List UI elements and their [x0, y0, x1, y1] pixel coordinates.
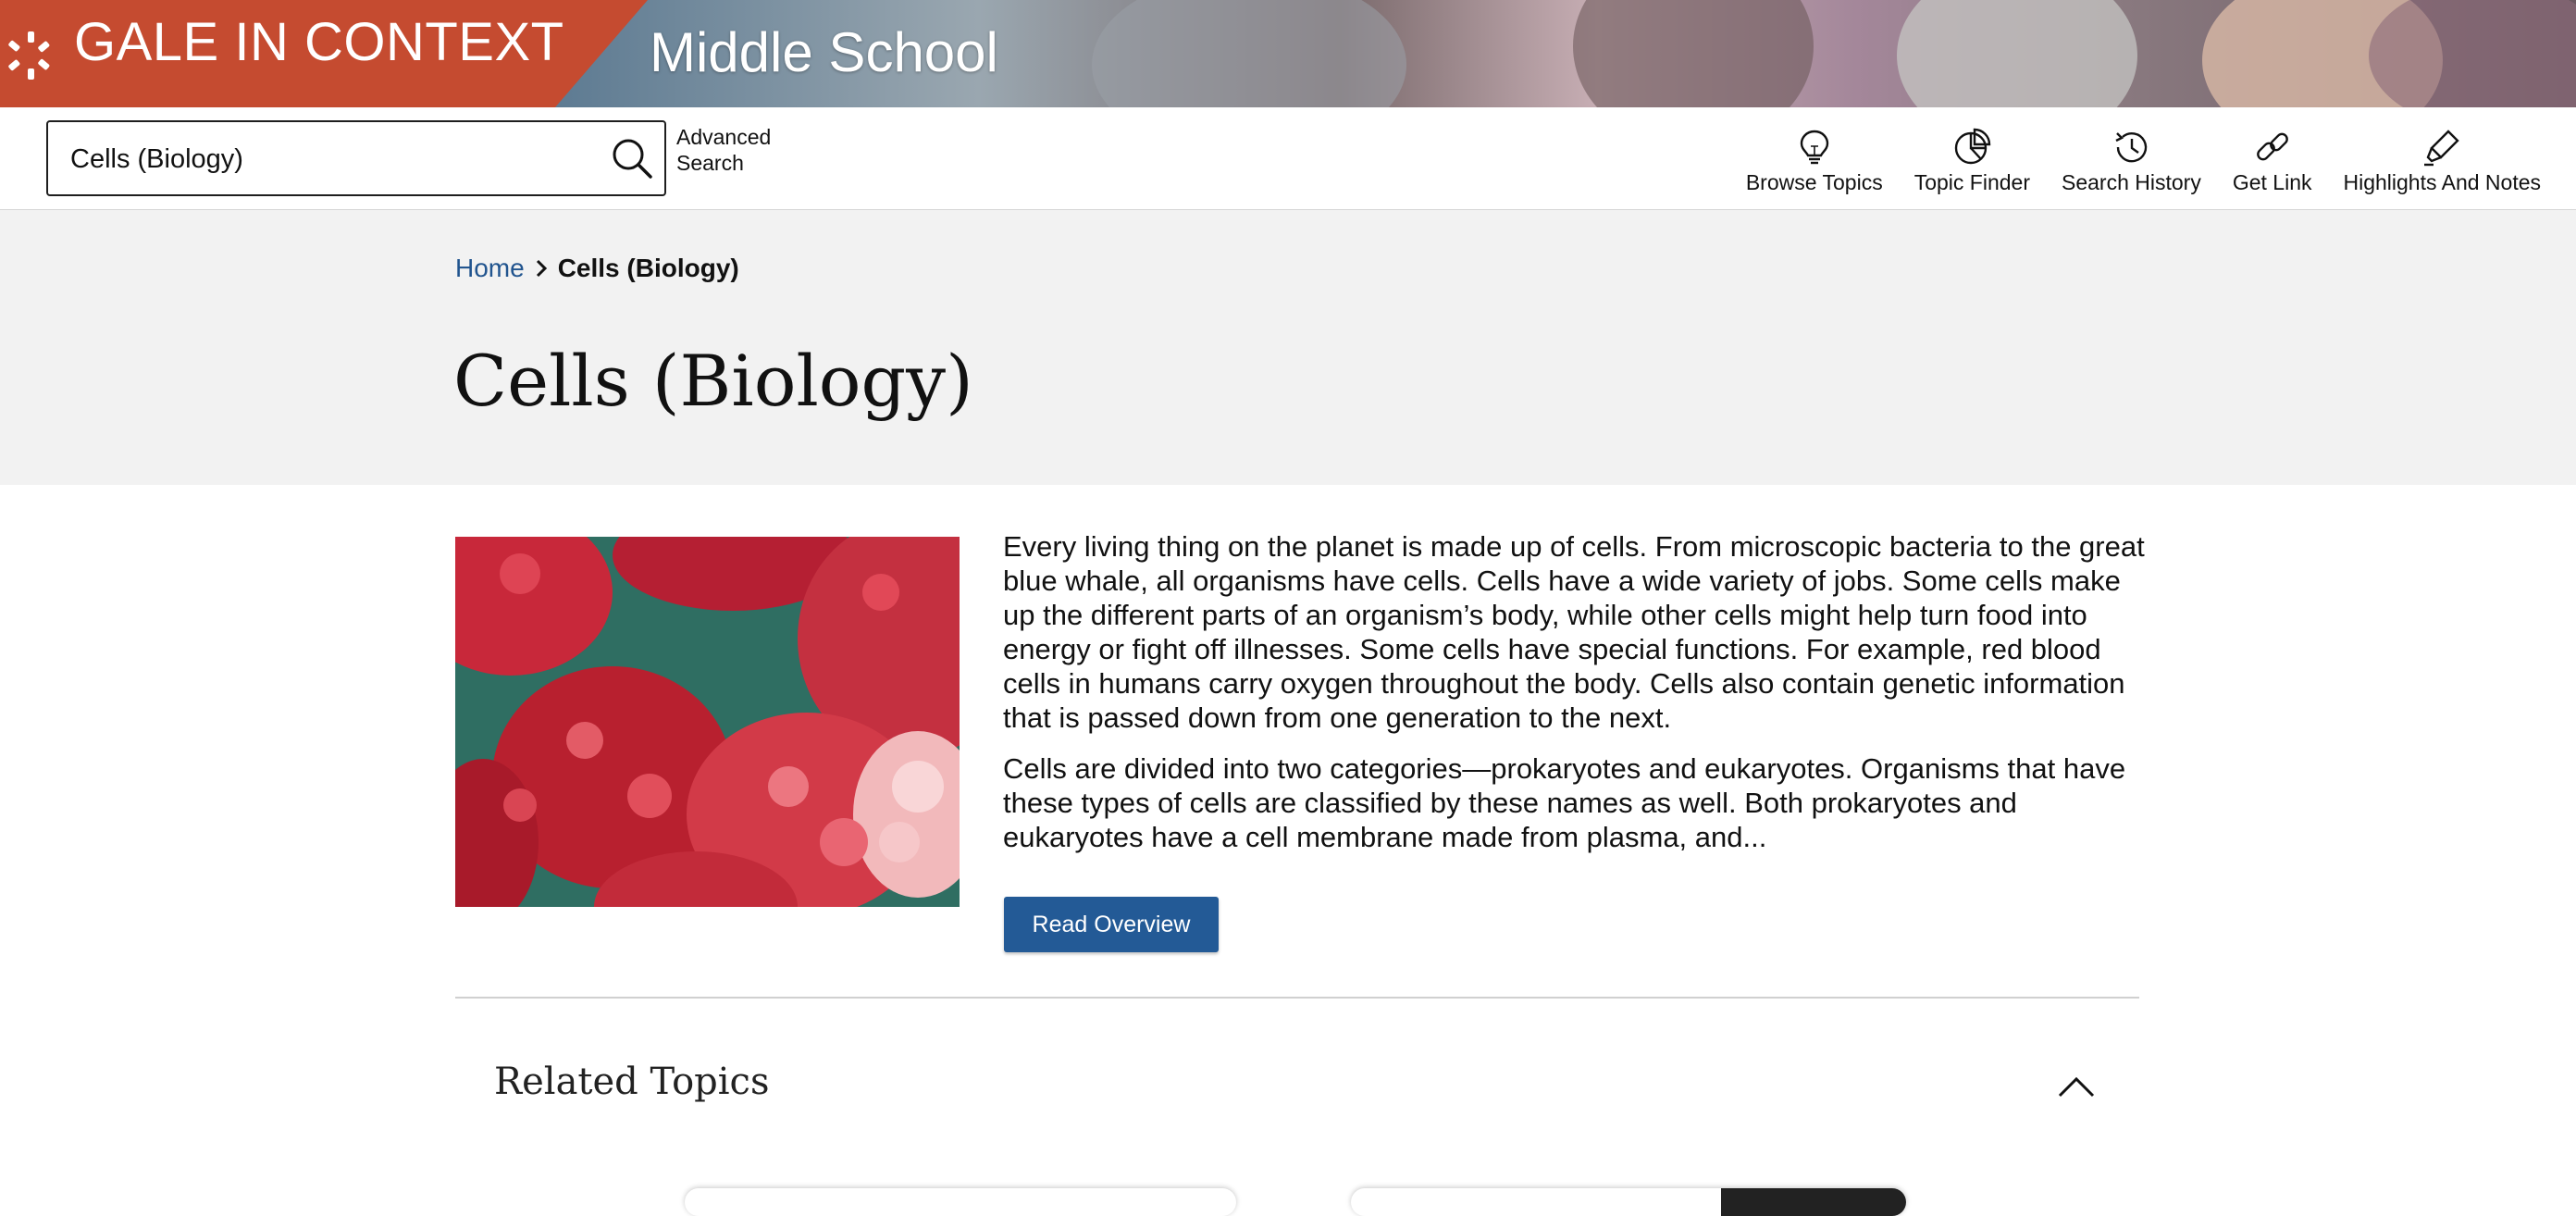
highlights-notes-button[interactable]: Highlights And Notes	[2343, 126, 2541, 195]
lightbulb-icon	[1800, 130, 1828, 165]
brand-name[interactable]: GALE IN CONTEXT	[74, 11, 564, 73]
product-name[interactable]: Middle School	[650, 20, 998, 84]
banner-photo-shape	[1573, 0, 1814, 107]
section-divider	[455, 997, 2139, 999]
link-icon	[2256, 132, 2288, 161]
search-icon	[613, 139, 652, 179]
related-topics-heading: Related Topics	[494, 1061, 770, 1103]
tool-label: Get Link	[2232, 170, 2312, 194]
breadcrumb-home-link[interactable]: Home	[455, 254, 525, 283]
read-overview-button[interactable]: Read Overview	[1004, 897, 1219, 952]
topic-finder-button[interactable]: Topic Finder	[1914, 126, 2030, 195]
tool-label: Browse Topics	[1745, 170, 1883, 194]
page-title: Cells (Biology)	[453, 340, 973, 422]
chevron-right-icon	[536, 259, 547, 278]
toolbar: Advanced Search Browse Topics Topic Find…	[0, 107, 2576, 210]
overview-text: Every living thing on the planet is made…	[1003, 529, 2150, 871]
related-topic-card[interactable]	[685, 1188, 1236, 1216]
overview-paragraph: Every living thing on the planet is made…	[1003, 530, 2145, 734]
page-header: Home Cells (Biology) Cells (Biology)	[0, 210, 2576, 485]
gale-logo-icon	[8, 31, 50, 80]
related-topic-card[interactable]	[1351, 1188, 1906, 1216]
tools-menu: Browse Topics Topic Finder Search Histor…	[1715, 126, 2541, 195]
advanced-search-link[interactable]: Advanced Search	[676, 124, 787, 176]
banner-photo-shape	[2369, 0, 2576, 107]
search-history-button[interactable]: Search History	[2062, 126, 2201, 195]
tool-label: Search History	[2062, 170, 2201, 194]
topic-image	[455, 537, 960, 907]
browse-topics-button[interactable]: Browse Topics	[1746, 126, 1883, 195]
tool-label: Topic Finder	[1913, 170, 2030, 194]
chevron-up-icon	[2058, 1076, 2095, 1098]
header-banner: GALE IN CONTEXT Middle School	[0, 0, 2576, 107]
banner-photo-shape	[1092, 0, 1406, 107]
blood-cells-image	[455, 537, 960, 907]
breadcrumb: Home Cells (Biology)	[455, 254, 739, 283]
highlighter-icon	[2424, 130, 2459, 167]
breadcrumb-current: Cells (Biology)	[557, 254, 739, 282]
overview-paragraph: Cells are divided into two categories—pr…	[1003, 752, 2126, 853]
search-box	[46, 120, 666, 196]
search-input[interactable]	[68, 137, 590, 181]
banner-photo-shape	[1897, 0, 2137, 107]
pie-chart-icon	[1955, 128, 1991, 165]
search-button[interactable]	[609, 135, 655, 181]
tool-label: Highlights And Notes	[2343, 170, 2541, 194]
history-icon	[2115, 132, 2148, 163]
related-topics-toggle[interactable]	[2056, 1070, 2097, 1101]
get-link-button[interactable]: Get Link	[2232, 126, 2312, 195]
card-image	[1721, 1188, 1906, 1216]
